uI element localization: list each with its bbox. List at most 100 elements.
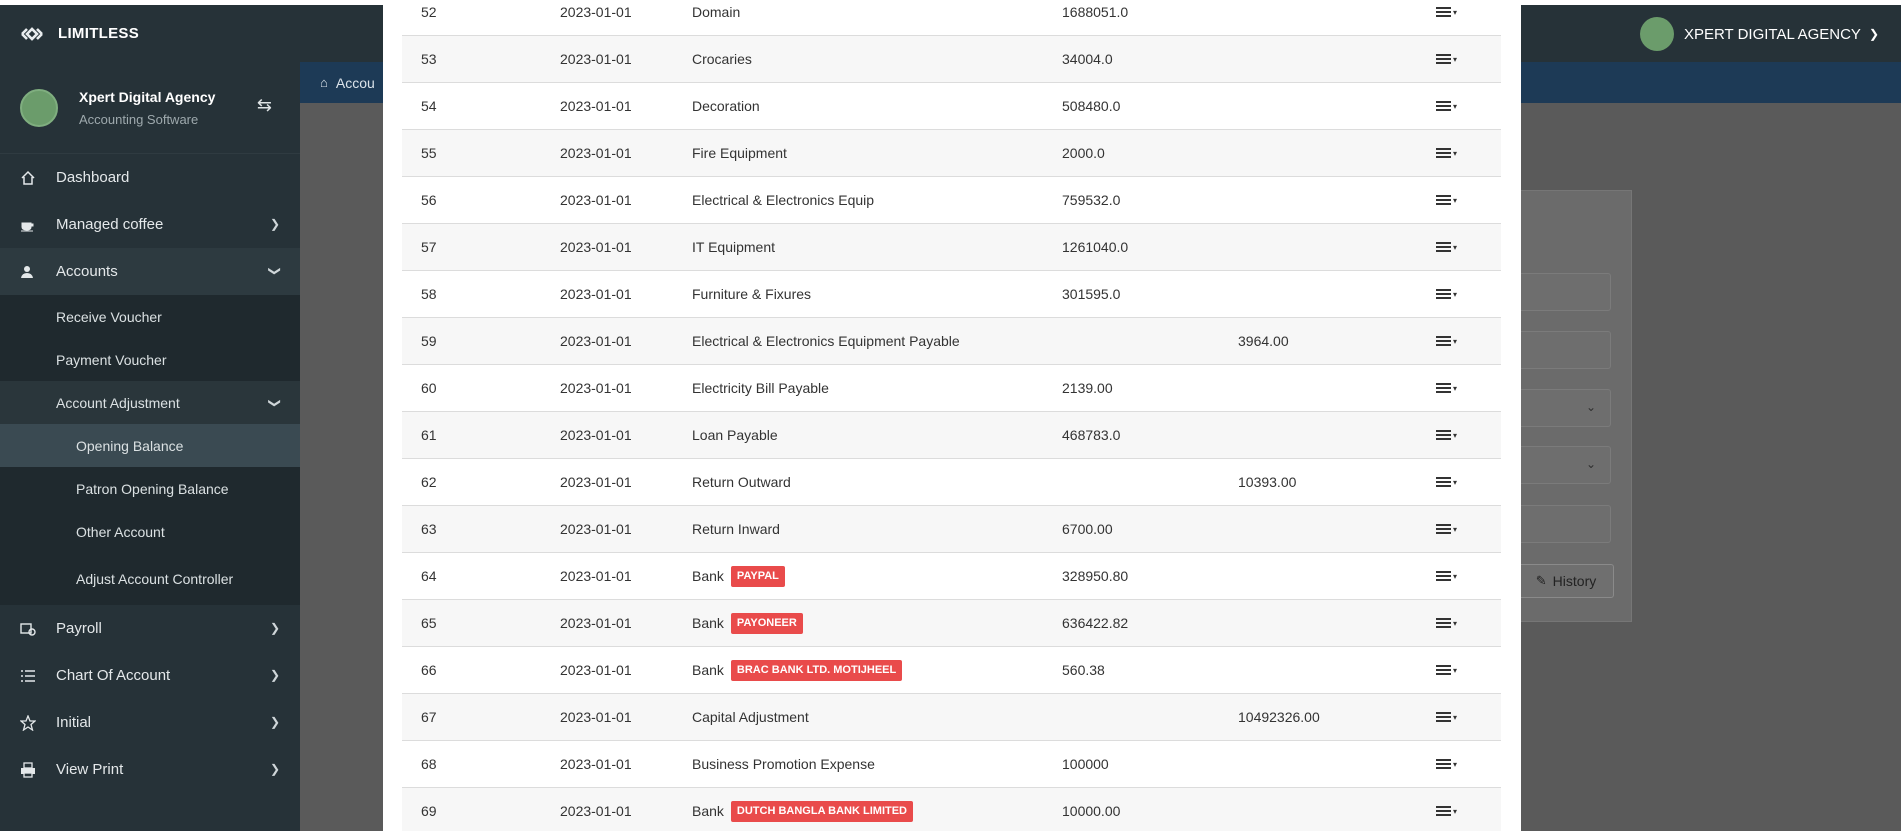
row-action-menu[interactable]: ▾ xyxy=(1436,665,1501,675)
switch-icon[interactable]: ⇆ xyxy=(257,95,272,116)
menu-icon[interactable] xyxy=(1436,7,1451,17)
sidebar-item-account-adjustment[interactable]: Account Adjustment ❯ xyxy=(0,381,300,424)
caret-down-icon: ▾ xyxy=(1453,101,1458,111)
row-action-menu[interactable]: ▾ xyxy=(1436,54,1501,64)
row-credit: 10393.00 xyxy=(1238,474,1297,490)
row-action-menu[interactable]: ▾ xyxy=(1436,806,1501,816)
home-icon[interactable]: ⌂ xyxy=(320,75,328,90)
row-debit: 759532.0 xyxy=(1062,192,1121,208)
menu-icon[interactable] xyxy=(1436,242,1451,252)
row-action-menu[interactable]: ▾ xyxy=(1436,383,1501,393)
menu-icon[interactable] xyxy=(1436,148,1451,158)
account-name-text: Return Inward xyxy=(692,521,780,537)
row-id: 67 xyxy=(421,709,437,725)
menu-icon[interactable] xyxy=(1436,524,1451,534)
caret-down-icon: ▾ xyxy=(1453,665,1458,675)
sidebar-item-adjust-account-controller[interactable]: Adjust Account Controller xyxy=(0,553,300,605)
row-action-menu[interactable]: ▾ xyxy=(1436,524,1501,534)
menu-icon[interactable] xyxy=(1436,289,1451,299)
row-action-menu[interactable]: ▾ xyxy=(1436,148,1501,158)
sidebar-item-payment-voucher[interactable]: Payment Voucher xyxy=(0,338,300,381)
print-icon xyxy=(21,761,35,778)
table-row: 66 2023-01-01 Bank BRAC BANK LTD. MOTIJHEEL… xyxy=(402,647,1501,694)
menu-icon[interactable] xyxy=(1436,759,1451,769)
chevron-right-icon: ❯ xyxy=(269,715,280,729)
row-action-menu[interactable]: ▾ xyxy=(1436,336,1501,346)
sidebar-item-other-account[interactable]: Other Account xyxy=(0,510,300,553)
sidebar-item-receive-voucher[interactable]: Receive Voucher xyxy=(0,295,300,338)
brand-name: LIMITLESS xyxy=(58,25,140,42)
row-date: 2023-01-01 xyxy=(560,474,632,490)
sidebar-item-initial[interactable]: Initial ❯ xyxy=(0,699,300,746)
sidebar-item-label: Initial xyxy=(56,714,92,731)
row-action-menu[interactable]: ▾ xyxy=(1436,571,1501,581)
caret-down-icon: ▾ xyxy=(1453,148,1458,158)
caret-down-icon: ▾ xyxy=(1453,618,1458,628)
opening-balance-table: 52 2023-01-01 Domain 1688051.0 ▾ 53 2023-01-01… xyxy=(402,0,1501,831)
sidebar-item-managed-coffee[interactable]: Managed coffee ❯ xyxy=(0,201,300,248)
sidebar-item-payroll[interactable]: Payroll ❯ xyxy=(0,605,300,652)
menu-icon[interactable] xyxy=(1436,571,1451,581)
row-account-name: IT Equipment xyxy=(692,239,1062,255)
menu-icon[interactable] xyxy=(1436,54,1451,64)
menu-icon[interactable] xyxy=(1436,477,1451,487)
row-action-menu[interactable]: ▾ xyxy=(1436,7,1501,17)
chevron-down-icon: ⌄ xyxy=(1585,457,1596,471)
sidebar-item-label: Adjust Account Controller xyxy=(76,571,234,587)
table-row: 69 2023-01-01 Bank DUTCH BANGLA BANK LIMITE… xyxy=(402,788,1501,831)
menu-icon[interactable] xyxy=(1436,195,1451,205)
row-action-menu[interactable]: ▾ xyxy=(1436,242,1501,252)
row-action-menu[interactable]: ▾ xyxy=(1436,289,1501,299)
row-id: 53 xyxy=(421,51,437,67)
payroll-icon xyxy=(20,622,36,636)
caret-down-icon: ▾ xyxy=(1453,759,1458,769)
menu-icon[interactable] xyxy=(1436,618,1451,628)
table-row: 60 2023-01-01 Electricity Bill Payable 2139… xyxy=(402,365,1501,412)
row-date: 2023-01-01 xyxy=(560,239,632,255)
chevron-right-icon: ❯ xyxy=(269,621,280,635)
caret-down-icon: ▾ xyxy=(1453,7,1458,17)
table-row: 52 2023-01-01 Domain 1688051.0 ▾ xyxy=(402,0,1501,36)
account-name-text: Loan Payable xyxy=(692,427,778,443)
sidebar-item-dashboard[interactable]: Dashboard xyxy=(0,154,300,201)
caret-down-icon: ▾ xyxy=(1453,524,1458,534)
star-icon xyxy=(20,714,36,731)
sidebar-item-opening-balance[interactable]: Opening Balance xyxy=(0,424,300,467)
history-button[interactable]: ✎ History xyxy=(1518,564,1614,598)
sidebar-item-label: Dashboard xyxy=(56,169,130,186)
menu-icon[interactable] xyxy=(1436,101,1451,111)
row-id: 69 xyxy=(421,803,437,819)
row-account-name: Capital Adjustment xyxy=(692,709,1062,725)
sidebar-item-chart-of-account[interactable]: Chart Of Account ❯ xyxy=(0,652,300,699)
menu-icon[interactable] xyxy=(1436,336,1451,346)
account-name-text: Bank xyxy=(692,615,724,631)
menu-icon[interactable] xyxy=(1436,383,1451,393)
row-date: 2023-01-01 xyxy=(560,568,632,584)
chevron-down-icon: ❯ xyxy=(1868,27,1879,41)
row-action-menu[interactable]: ▾ xyxy=(1436,195,1501,205)
row-action-menu[interactable]: ▾ xyxy=(1436,618,1501,628)
menu-icon[interactable] xyxy=(1436,430,1451,440)
row-id: 62 xyxy=(421,474,437,490)
row-action-menu[interactable]: ▾ xyxy=(1436,430,1501,440)
row-action-menu[interactable]: ▾ xyxy=(1436,712,1501,722)
menu-icon[interactable] xyxy=(1436,712,1451,722)
sidebar-item-label: Chart Of Account xyxy=(56,667,171,684)
row-action-menu[interactable]: ▾ xyxy=(1436,101,1501,111)
chevron-down-icon: ❯ xyxy=(267,265,282,277)
account-name-text: Bank xyxy=(692,803,724,819)
brand[interactable]: LIMITLESS xyxy=(0,22,139,46)
breadcrumb[interactable]: Accou xyxy=(336,75,375,91)
menu-icon[interactable] xyxy=(1436,665,1451,675)
row-date: 2023-01-01 xyxy=(560,98,632,114)
sidebar-item-patron-opening-balance[interactable]: Patron Opening Balance xyxy=(0,467,300,510)
row-action-menu[interactable]: ▾ xyxy=(1436,477,1501,487)
user-menu[interactable]: XPERT DIGITAL AGENCY ❯ xyxy=(1639,17,1879,51)
sidebar-item-label: Opening Balance xyxy=(76,437,184,454)
sidebar-item-accounts[interactable]: Accounts ❯ xyxy=(0,248,300,295)
chevron-down-icon: ⌄ xyxy=(1585,400,1596,414)
row-action-menu[interactable]: ▾ xyxy=(1436,759,1501,769)
sidebar-item-view-print[interactable]: View Print ❯ xyxy=(0,746,300,793)
caret-down-icon: ▾ xyxy=(1453,806,1458,816)
menu-icon[interactable] xyxy=(1436,806,1451,816)
